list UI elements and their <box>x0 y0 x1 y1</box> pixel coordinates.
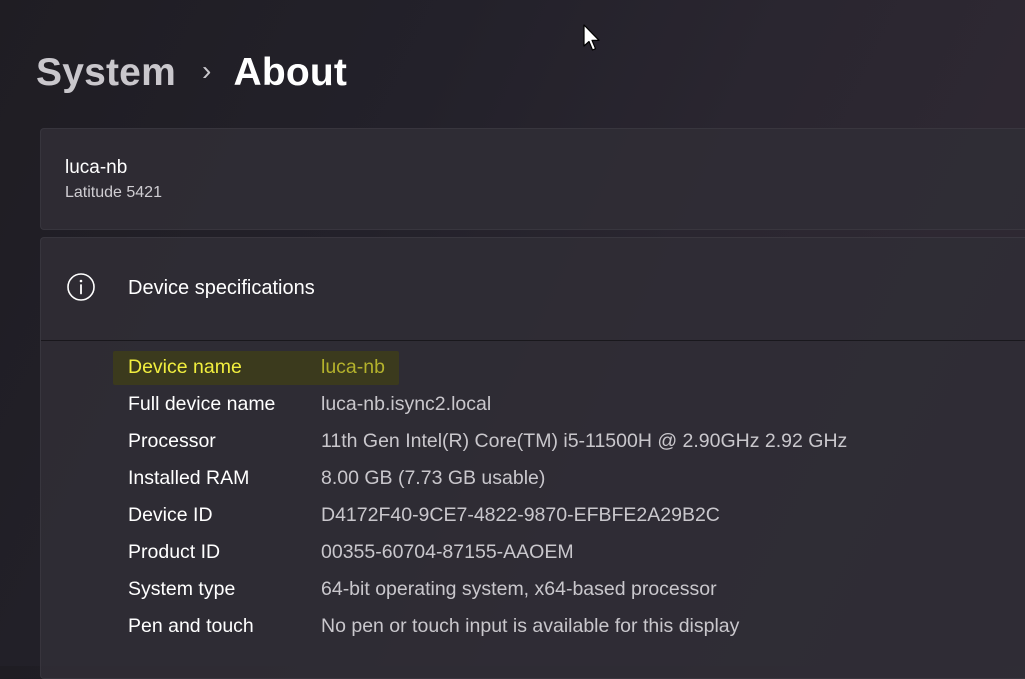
chevron-right-icon: › <box>201 55 212 86</box>
page-title: About <box>233 51 348 94</box>
spec-value: No pen or touch input is available for t… <box>321 615 740 637</box>
spec-value: D4172F40-9CE7-4822-9870-EFBFE2A29B2C <box>321 504 720 526</box>
spec-row: Device ID D4172F40-9CE7-4822-9870-EFBFE2A… <box>41 496 1025 533</box>
breadcrumb-system-link[interactable]: System <box>36 51 176 95</box>
spec-row: Processor 11th Gen Intel(R) Core(TM) i5-1… <box>41 422 1025 459</box>
device-specifications-card: Device specifications Device name luca-nb… <box>40 237 1025 679</box>
spec-value: 8.00 GB (7.73 GB usable) <box>321 467 546 489</box>
spec-row: Product ID 00355-60704-87155-AAOEM <box>41 533 1025 570</box>
spec-row: Pen and touch No pen or touch input is av… <box>41 607 1025 644</box>
spec-value: 11th Gen Intel(R) Core(TM) i5-11500H @ 2… <box>321 430 848 452</box>
spec-label: Product ID <box>128 541 221 563</box>
device-name-heading: luca-nb <box>65 157 128 178</box>
device-specifications-title: Device specifications <box>128 277 315 299</box>
spec-row: Device name luca-nb <box>41 348 1025 385</box>
spec-row: Full device name luca-nb.isync2.local <box>41 385 1025 422</box>
info-icon <box>67 273 95 301</box>
device-summary-card: luca-nb Latitude 5421 <box>40 128 1025 230</box>
spec-label: Full device name <box>128 393 276 415</box>
spec-label: Device name <box>128 356 242 378</box>
spec-label: Pen and touch <box>128 615 254 637</box>
spec-row: System type 64-bit operating system, x64-… <box>41 570 1025 607</box>
spec-value: luca-nb <box>321 356 385 378</box>
spec-value: 64-bit operating system, x64-based proce… <box>321 578 717 600</box>
spec-label: System type <box>128 578 236 600</box>
spec-label: Installed RAM <box>128 467 250 489</box>
section-divider <box>41 340 1025 341</box>
mouse-cursor-icon <box>583 24 600 51</box>
breadcrumb: System › About <box>36 48 347 98</box>
spec-value: 00355-60704-87155-AAOEM <box>321 541 574 563</box>
device-model: Latitude 5421 <box>65 184 162 201</box>
spec-label: Processor <box>128 430 216 452</box>
device-specifications-header[interactable]: Device specifications <box>41 238 1025 340</box>
spec-value: luca-nb.isync2.local <box>321 393 492 415</box>
spec-row: Installed RAM 8.00 GB (7.73 GB usable) <box>41 459 1025 496</box>
spec-label: Device ID <box>128 504 213 526</box>
